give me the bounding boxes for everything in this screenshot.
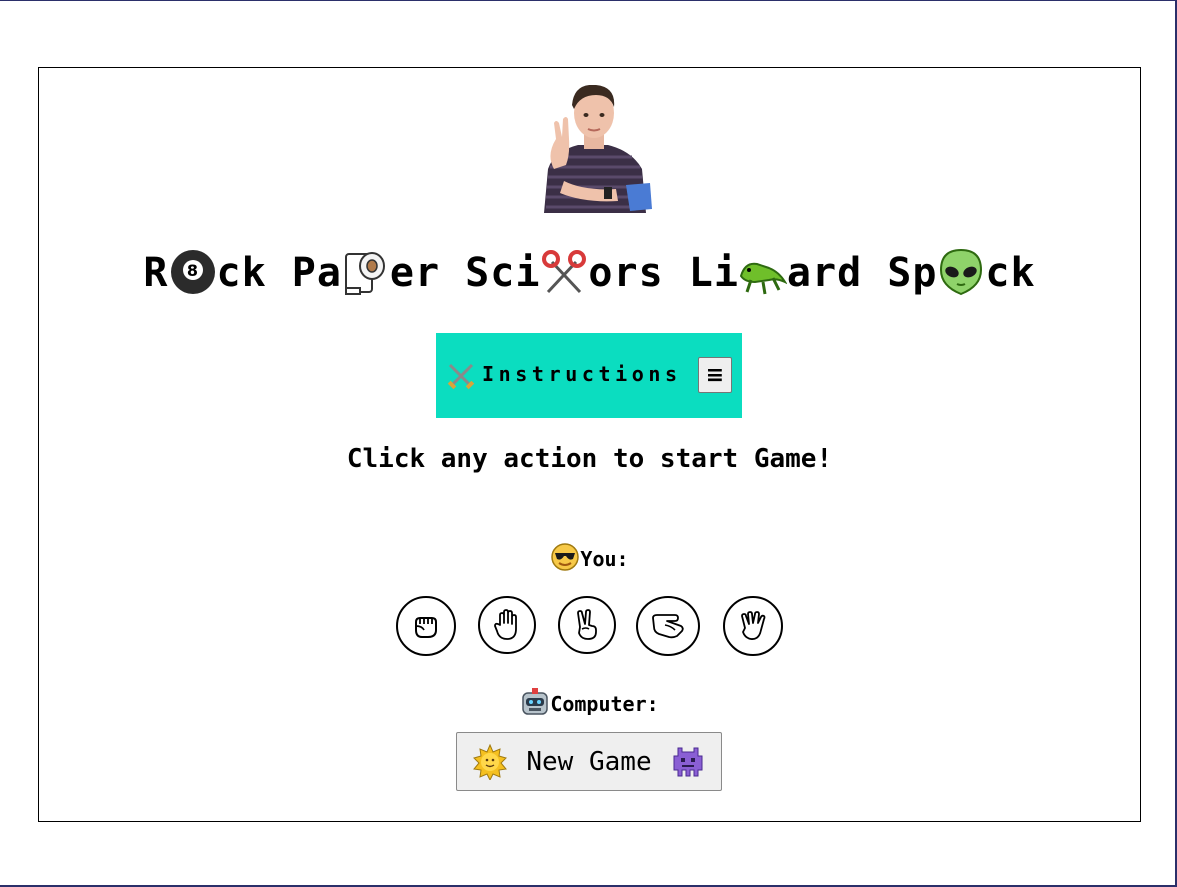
robot-face-icon (522, 688, 549, 715)
lizard-button[interactable] (636, 596, 700, 656)
title-text: R (143, 250, 169, 296)
player-label-row: You: (39, 542, 1140, 572)
computer-label: Computer: (550, 692, 659, 716)
toilet-paper-icon (344, 252, 385, 295)
raised-hand-icon (494, 609, 517, 640)
vulcan-salute-icon (741, 611, 766, 640)
svg-text:8: 8 (186, 261, 198, 280)
new-game-button[interactable]: New Game (456, 732, 722, 791)
new-game-label: New Game (526, 746, 652, 777)
spock-button[interactable] (723, 596, 783, 656)
scissors-button[interactable] (558, 596, 616, 654)
8-ball-icon: 8 (170, 250, 215, 294)
title-text: ors Li (588, 250, 739, 296)
computer-label-row: Computer: (39, 687, 1140, 717)
character-portrait (534, 84, 652, 213)
title-text: ck Pa (216, 250, 342, 296)
sunglasses-face-icon (551, 543, 580, 571)
title-text: er Sci (389, 250, 541, 296)
scissors-icon (542, 250, 587, 294)
title-text: ck (985, 250, 1036, 296)
title-text: ard Sp (786, 250, 938, 296)
lizard-icon (739, 262, 787, 295)
paper-button[interactable] (478, 596, 536, 654)
victory-hand-icon (577, 609, 597, 640)
menu-toggle-button[interactable]: ≡ (698, 357, 732, 393)
player-label: You: (580, 547, 629, 571)
sun-face-icon (473, 743, 508, 780)
action-buttons (39, 596, 1140, 658)
crossed-swords-icon (447, 363, 475, 390)
game-prompt: Click any action to start Game! (346, 444, 833, 474)
lizard-hand-icon (652, 614, 684, 639)
rock-button[interactable] (396, 596, 456, 656)
alien-icon (940, 248, 983, 296)
game-container: R 8 ck Pa er Sci ors Li ard Sp ck Instructions… (38, 67, 1141, 822)
instructions-bar: Instructions ≡ (436, 333, 742, 418)
instructions-label: Instructions (482, 362, 682, 386)
fist-icon (415, 617, 437, 638)
page-title: R 8 ck Pa er Sci ors Li ard Sp ck (39, 248, 1140, 296)
space-invader-icon (673, 747, 703, 776)
